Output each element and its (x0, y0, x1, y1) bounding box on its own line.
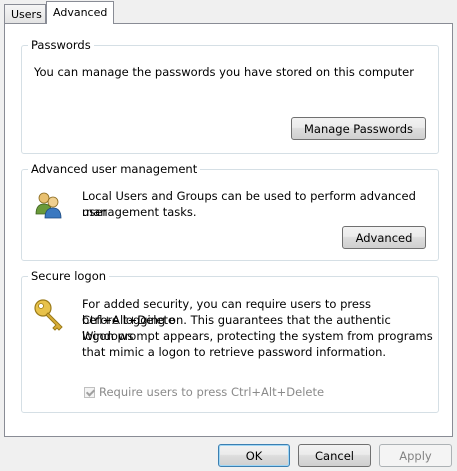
secure-logon-group: Secure logon For added security, you can… (21, 268, 439, 413)
require-ctrl-alt-delete-label: Require users to press Ctrl+Alt+Delete (99, 385, 325, 399)
apply-button[interactable]: Apply (379, 444, 452, 467)
user-management-group-title: Advanced user management (28, 161, 201, 177)
tab-panel-advanced: Passwords You can manage the passwords y… (4, 23, 453, 437)
passwords-group: Passwords You can manage the passwords y… (21, 37, 439, 154)
user-management-group: Advanced user management Local Users and… (21, 161, 439, 261)
secure-logon-line4: that mimic a logon to retrieve password … (82, 345, 387, 359)
advanced-button[interactable]: Advanced (342, 226, 426, 249)
tab-advanced[interactable]: Advanced (46, 1, 114, 24)
manage-passwords-button[interactable]: Manage Passwords (291, 117, 426, 140)
key-icon (34, 299, 63, 331)
secure-logon-line3: logon prompt appears, protecting the sys… (82, 329, 433, 343)
cancel-button[interactable]: Cancel (298, 444, 371, 467)
users-icon (35, 192, 62, 219)
require-ctrl-alt-delete-checkbox[interactable] (84, 387, 95, 398)
passwords-group-title: Passwords (28, 37, 94, 53)
tab-users[interactable]: Users (4, 4, 46, 23)
secure-logon-group-title: Secure logon (28, 268, 110, 284)
passwords-description: You can manage the passwords you have st… (34, 65, 414, 79)
user-management-description-line2: management tasks. (82, 205, 197, 219)
ok-button[interactable]: OK (218, 444, 290, 467)
